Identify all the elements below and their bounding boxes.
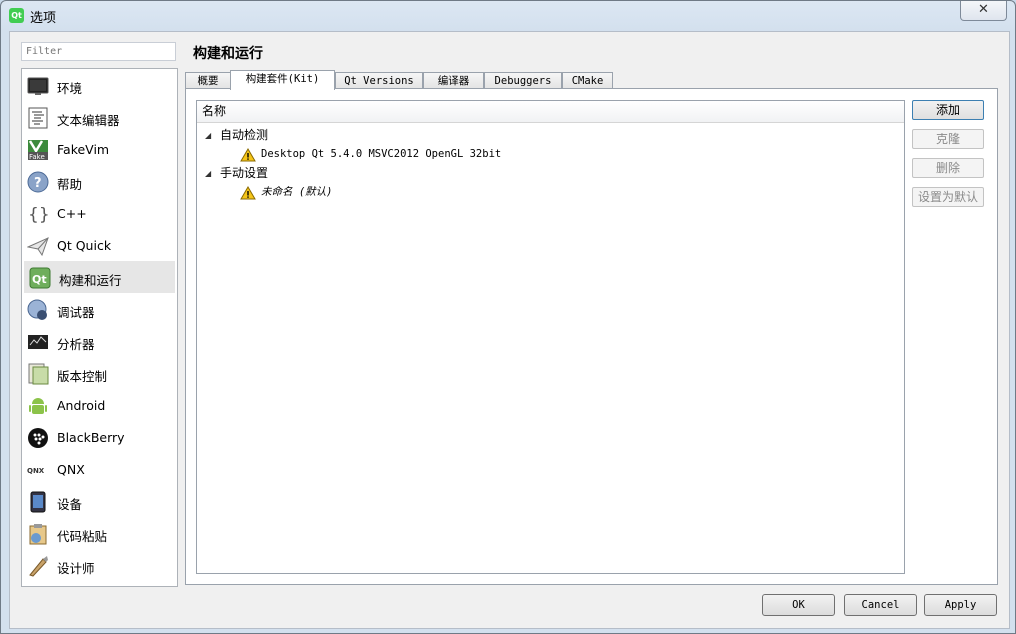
tab-debuggers[interactable]: Debuggers [484, 72, 562, 89]
qnx-icon: QNX [27, 459, 49, 481]
sidebar-item-label: FakeVim [57, 142, 110, 157]
tab-qt-versions[interactable]: Qt Versions [335, 72, 423, 89]
sidebar-item-label: 版本控制 [57, 369, 108, 384]
sidebar-item-version-control[interactable]: 版本控制 [22, 357, 177, 389]
expand-arrow-icon[interactable]: ◢ [205, 126, 211, 145]
sidebar-item-android[interactable]: Android [22, 389, 177, 421]
sidebar-item-label: 设计师 [57, 561, 95, 576]
help-icon: ? [27, 171, 49, 193]
dialog-body: 环境 文本编辑器 Fake FakeVim ? 帮助 [9, 31, 1010, 629]
braces-icon: {} [27, 203, 50, 225]
sidebar-item-cpp[interactable]: {} C++ [22, 197, 177, 229]
filter-input[interactable] [21, 42, 176, 61]
tree-row[interactable]: 未命名 (默认) [197, 183, 897, 202]
remove-button[interactable]: 删除 [912, 158, 984, 178]
debugger-icon [27, 299, 49, 321]
version-control-icon [27, 363, 49, 385]
sidebar-item-text-editor[interactable]: 文本编辑器 [22, 101, 177, 133]
svg-text:?: ? [34, 176, 42, 191]
sidebar-item-label: Android [57, 398, 106, 413]
tab-compilers[interactable]: 编译器 [423, 72, 484, 89]
cancel-button[interactable]: Cancel [844, 594, 917, 616]
sidebar-item-label: 调试器 [57, 305, 95, 320]
sidebar-item-fakevim[interactable]: Fake FakeVim [22, 133, 177, 165]
add-button[interactable]: 添加 [912, 100, 984, 120]
tab-overview[interactable]: 概要 [185, 72, 231, 89]
svg-text:Fake: Fake [29, 153, 45, 161]
paper-plane-icon [26, 235, 49, 257]
sidebar-item-blackberry[interactable]: BlackBerry [22, 421, 177, 453]
page-title: 构建和运行 [193, 46, 263, 62]
tree-group-label: 自动检测 [220, 128, 269, 142]
column-header-name[interactable]: 名称 [197, 101, 904, 123]
warning-icon [240, 186, 256, 200]
sidebar-item-label: 文本编辑器 [57, 113, 120, 128]
designer-icon [27, 555, 49, 577]
apply-button[interactable]: Apply [924, 594, 997, 616]
code-paste-icon [27, 523, 49, 545]
sidebar-item-build-run[interactable]: Qt 构建和运行 [24, 261, 175, 293]
make-default-button[interactable]: 设置为默认 [912, 187, 984, 207]
tab-cmake[interactable]: CMake [562, 72, 613, 89]
blackberry-icon [27, 427, 49, 449]
sidebar-item-analyzer[interactable]: 分析器 [22, 325, 177, 357]
monitor-icon [27, 75, 49, 97]
sidebar-item-label: 分析器 [57, 337, 95, 352]
tab-kits[interactable]: 构建套件(Kit) [230, 70, 335, 90]
fakevim-icon: Fake [27, 139, 49, 161]
window-title: 选项 [30, 11, 57, 26]
sidebar-item-label: Qt Quick [57, 238, 112, 253]
svg-text:Qt: Qt [32, 273, 47, 286]
tree-group-label: 手动设置 [220, 166, 269, 180]
tree-group-auto-detected[interactable]: ◢ 自动检测 [197, 126, 897, 145]
build-run-icon: Qt [29, 267, 51, 289]
sidebar-item-help[interactable]: ? 帮助 [22, 165, 177, 197]
expand-arrow-icon[interactable]: ◢ [205, 164, 211, 183]
kits-panel: 名称 ◢ 自动检测 Desktop Qt 5.4.0 MSVC2012 Open… [185, 88, 998, 585]
svg-text:QNX: QNX [27, 467, 45, 475]
sidebar-item-debugger[interactable]: 调试器 [22, 293, 177, 325]
title-bar: Qt 选项 ✕ [1, 1, 1015, 29]
sidebar-item-devices[interactable]: 设备 [22, 485, 177, 517]
analyzer-icon [27, 331, 49, 353]
sidebar-item-qt-quick[interactable]: Qt Quick [22, 229, 177, 261]
android-icon [27, 395, 49, 417]
tree-row[interactable]: Desktop Qt 5.4.0 MSVC2012 OpenGL 32bit [197, 145, 897, 164]
text-editor-icon [27, 107, 49, 129]
device-icon [27, 491, 49, 513]
sidebar-item-label: C++ [57, 206, 87, 221]
tree-group-manual[interactable]: ◢ 手动设置 [197, 164, 897, 183]
options-dialog: Qt 选项 ✕ 环境 文本编辑器 Fake FakeVim [0, 0, 1016, 634]
kit-name: 未命名 (默认) [261, 186, 333, 198]
sidebar-item-label: 环境 [57, 81, 83, 96]
sidebar-item-label: QNX [57, 462, 85, 477]
sidebar-item-label: 构建和运行 [59, 273, 122, 288]
close-button[interactable]: ✕ [960, 1, 1007, 21]
sidebar-item-environment[interactable]: 环境 [22, 69, 177, 101]
clone-button[interactable]: 克隆 [912, 129, 984, 149]
ok-button[interactable]: OK [762, 594, 835, 616]
sidebar-item-code-paste[interactable]: 代码粘贴 [22, 517, 177, 549]
sidebar-item-label: 代码粘贴 [57, 529, 108, 544]
warning-icon [240, 148, 256, 162]
kits-tree: 名称 ◢ 自动检测 Desktop Qt 5.4.0 MSVC2012 Open… [196, 100, 905, 574]
sidebar-item-label: 设备 [57, 497, 83, 512]
category-list: 环境 文本编辑器 Fake FakeVim ? 帮助 {} C++ Qt Qui… [21, 68, 178, 587]
sidebar-item-qnx[interactable]: QNX QNX [22, 453, 177, 485]
svg-text:{}: {} [28, 205, 49, 225]
sidebar-item-label: 帮助 [57, 177, 83, 192]
kit-name: Desktop Qt 5.4.0 MSVC2012 OpenGL 32bit [261, 148, 502, 160]
sidebar-item-designer[interactable]: 设计师 [22, 549, 177, 581]
sidebar-item-label: BlackBerry [57, 430, 125, 445]
qt-creator-icon: Qt [9, 8, 24, 23]
